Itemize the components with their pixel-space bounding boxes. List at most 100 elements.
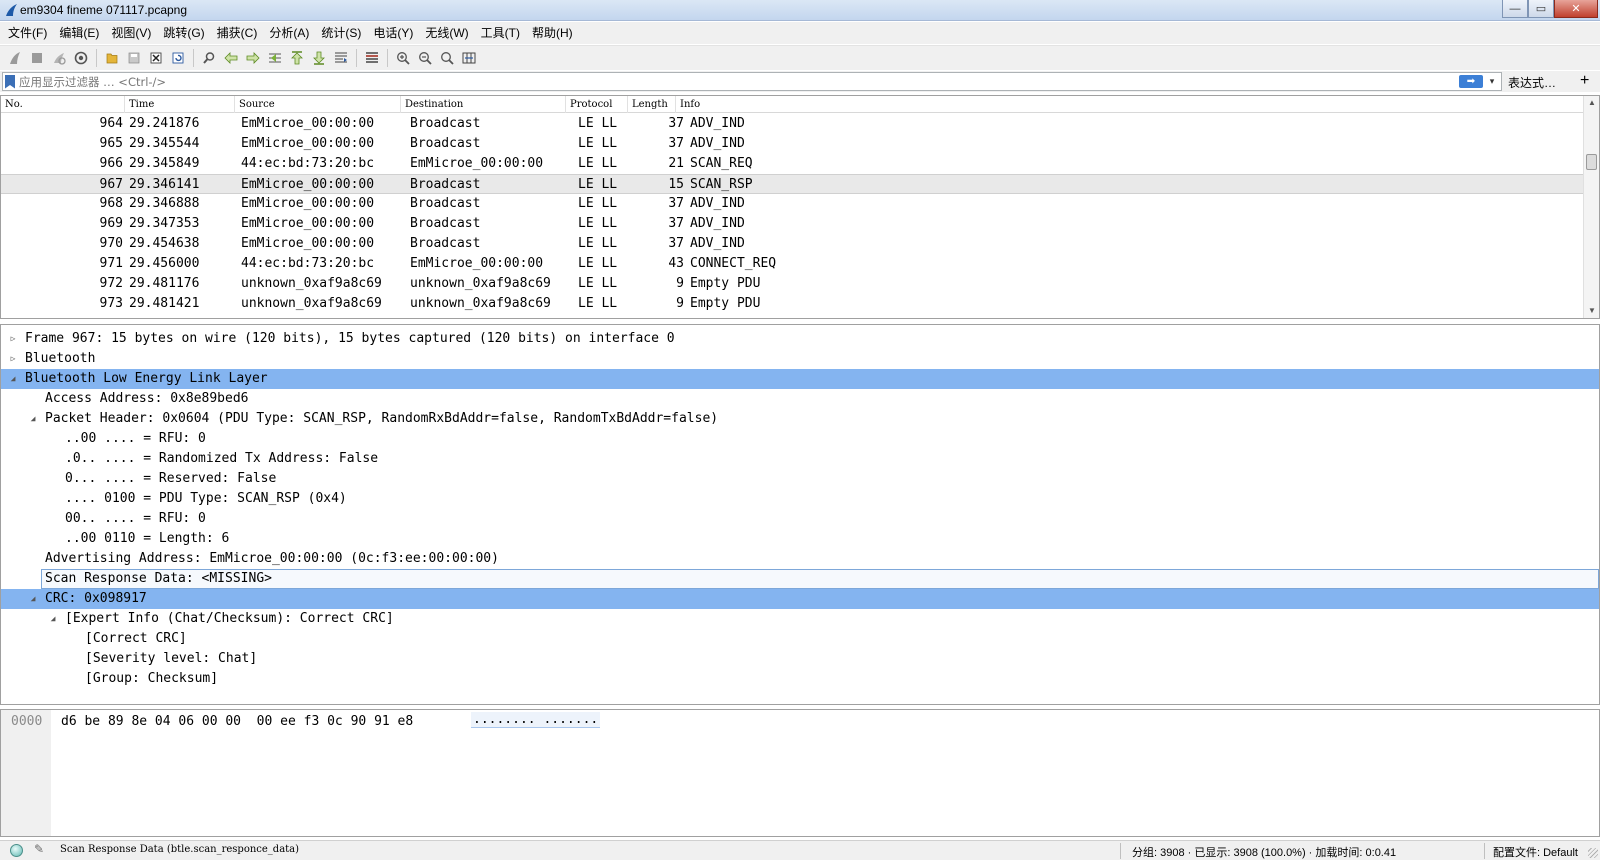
column-header-length[interactable]: Length: [628, 96, 676, 113]
detail-tree-item[interactable]: .0.. .... = Randomized Tx Address: False: [1, 449, 1599, 469]
resize-grip-icon[interactable]: [1588, 848, 1598, 858]
detail-tree-item[interactable]: ..00 0110 = Length: 6: [1, 529, 1599, 549]
scroll-down-arrow-icon[interactable]: ▼: [1584, 304, 1599, 318]
go-to-packet-icon[interactable]: [264, 48, 286, 68]
filter-history-dropdown-icon[interactable]: ▾: [1486, 76, 1498, 87]
packet-protocol: LE LL: [578, 296, 618, 311]
packet-row[interactable]: 964 29.241876 EmMicroe_00:00:00 Broadcast LE…: [1, 114, 1585, 134]
column-header-time[interactable]: Time: [125, 96, 235, 113]
column-header-protocol[interactable]: Protocol: [566, 96, 628, 113]
detail-tree-item[interactable]: [Correct CRC]: [1, 629, 1599, 649]
expanded-triangle-icon[interactable]: ◢: [7, 369, 19, 389]
resize-columns-icon[interactable]: [458, 48, 480, 68]
packet-row[interactable]: 967 29.346141 EmMicroe_00:00:00 Broadcast LE…: [1, 174, 1585, 194]
capture-comment-pencil-icon[interactable]: ✎: [34, 842, 44, 856]
packet-info: SCAN_RSP: [690, 177, 753, 192]
hex-bytes[interactable]: d6 be 89 8e 04 06 00 00 00 ee f3 0c 90 9…: [61, 714, 413, 729]
go-back-arrow-icon[interactable]: [220, 48, 242, 68]
detail-tree-item[interactable]: Scan Response Data: <MISSING>: [1, 569, 1599, 589]
detail-tree-item[interactable]: ◢ Bluetooth Low Energy Link Layer: [1, 369, 1599, 389]
scroll-up-arrow-icon[interactable]: ▲: [1584, 96, 1599, 110]
collapsed-triangle-icon[interactable]: ▷: [7, 329, 19, 349]
reload-file-icon[interactable]: [167, 48, 189, 68]
normal-size-icon[interactable]: [436, 48, 458, 68]
packet-row[interactable]: 965 29.345544 EmMicroe_00:00:00 Broadcast LE…: [1, 134, 1585, 154]
close-file-icon[interactable]: [145, 48, 167, 68]
detail-text: [Correct CRC]: [85, 631, 187, 646]
detail-tree-item[interactable]: .... 0100 = PDU Type: SCAN_RSP (0x4): [1, 489, 1599, 509]
apply-filter-arrow-icon[interactable]: ➡: [1459, 75, 1483, 88]
find-packet-magnifier-icon[interactable]: [198, 48, 220, 68]
detail-tree-item[interactable]: ▷ Frame 967: 15 bytes on wire (120 bits),…: [1, 329, 1599, 349]
zoom-in-icon[interactable]: [392, 48, 414, 68]
detail-text: Access Address: 0x8e89bed6: [45, 391, 249, 406]
detail-tree-item[interactable]: Access Address: 0x8e89bed6: [1, 389, 1599, 409]
expert-info-status-icon[interactable]: [10, 844, 23, 857]
zoom-out-icon[interactable]: [414, 48, 436, 68]
packet-time: 29.347353: [129, 216, 200, 231]
start-capture-fin-icon[interactable]: [4, 48, 26, 68]
expression-button[interactable]: 表达式…: [1508, 74, 1556, 91]
detail-tree-item[interactable]: ◢ CRC: 0x098917: [1, 589, 1599, 609]
column-header-destination[interactable]: Destination: [401, 96, 566, 113]
menu-go[interactable]: 跳转(G): [159, 22, 212, 44]
column-header-info[interactable]: Info: [676, 96, 1585, 113]
packet-row[interactable]: 970 29.454638 EmMicroe_00:00:00 Broadcast LE…: [1, 234, 1585, 254]
go-last-packet-icon[interactable]: [308, 48, 330, 68]
maximize-button[interactable]: ▭: [1528, 0, 1554, 18]
column-header-no[interactable]: No.: [1, 96, 125, 113]
go-first-packet-icon[interactable]: [286, 48, 308, 68]
detail-tree-item[interactable]: ◢ Packet Header: 0x0604 (PDU Type: SCAN_R…: [1, 409, 1599, 429]
go-forward-arrow-icon[interactable]: [242, 48, 264, 68]
packet-destination: Broadcast: [410, 196, 481, 211]
detail-tree-item[interactable]: ..00 .... = RFU: 0: [1, 429, 1599, 449]
collapsed-triangle-icon[interactable]: ▷: [7, 349, 19, 369]
packet-row[interactable]: 966 29.345849 44:ec:bd:73:20:bc EmMicroe_00…: [1, 154, 1585, 174]
capture-options-gear-icon[interactable]: [70, 48, 92, 68]
menu-statistics[interactable]: 统计(S): [317, 22, 369, 44]
menu-analyze[interactable]: 分析(A): [265, 22, 317, 44]
stop-capture-icon[interactable]: [26, 48, 48, 68]
byte-offset: 0000: [11, 714, 43, 729]
status-separator: [1484, 843, 1485, 859]
detail-tree-item[interactable]: ▷ Bluetooth: [1, 349, 1599, 369]
menu-view[interactable]: 视图(V): [107, 22, 159, 44]
packet-row[interactable]: 973 29.481421 unknown_0xaf9a8c69 unknown_0x…: [1, 294, 1585, 314]
packet-length: 15: [668, 177, 684, 192]
detail-tree-item[interactable]: 0... .... = Reserved: False: [1, 469, 1599, 489]
open-file-folder-icon[interactable]: [101, 48, 123, 68]
packet-list-scrollbar[interactable]: ▲ ▼: [1583, 96, 1599, 318]
detail-tree-item[interactable]: [Group: Checksum]: [1, 669, 1599, 689]
colorize-list-icon[interactable]: [361, 48, 383, 68]
expanded-triangle-icon[interactable]: ◢: [27, 589, 39, 609]
column-header-source[interactable]: Source: [235, 96, 401, 113]
autoscroll-icon[interactable]: [330, 48, 352, 68]
detail-tree-item[interactable]: 00.. .... = RFU: 0: [1, 509, 1599, 529]
menu-capture[interactable]: 捕获(C): [213, 22, 266, 44]
detail-tree-item[interactable]: ◢ [Expert Info (Chat/Checksum): Correct C…: [1, 609, 1599, 629]
packet-row[interactable]: 968 29.346888 EmMicroe_00:00:00 Broadcast LE…: [1, 194, 1585, 214]
menu-file[interactable]: 文件(F): [4, 22, 55, 44]
menu-help[interactable]: 帮助(H): [528, 22, 581, 44]
display-filter-input[interactable]: [19, 73, 1459, 90]
filter-bookmark-icon[interactable]: [5, 74, 15, 89]
packet-row[interactable]: 971 29.456000 44:ec:bd:73:20:bc EmMicroe_00…: [1, 254, 1585, 274]
expanded-triangle-icon[interactable]: ◢: [47, 609, 59, 629]
menu-tools[interactable]: 工具(T): [477, 22, 528, 44]
packet-row[interactable]: 969 29.347353 EmMicroe_00:00:00 Broadcast LE…: [1, 214, 1585, 234]
menu-telephony[interactable]: 电话(Y): [369, 22, 421, 44]
menu-wireless[interactable]: 无线(W): [421, 22, 476, 44]
restart-capture-icon[interactable]: [48, 48, 70, 68]
menu-edit[interactable]: 编辑(E): [55, 22, 107, 44]
scrollbar-thumb[interactable]: [1586, 154, 1597, 170]
ascii-bytes[interactable]: ........ .......: [471, 712, 601, 728]
add-filter-button[interactable]: +: [1580, 71, 1589, 91]
packet-row[interactable]: 972 29.481176 unknown_0xaf9a8c69 unknown_0x…: [1, 274, 1585, 294]
expanded-triangle-icon[interactable]: ◢: [27, 409, 39, 429]
status-profile[interactable]: 配置文件: Default: [1493, 844, 1578, 860]
detail-tree-item[interactable]: Advertising Address: EmMicroe_00:00:00 (…: [1, 549, 1599, 569]
minimize-button[interactable]: —: [1502, 0, 1528, 18]
save-file-icon[interactable]: [123, 48, 145, 68]
detail-tree-item[interactable]: [Severity level: Chat]: [1, 649, 1599, 669]
close-button[interactable]: ✕: [1554, 0, 1598, 18]
